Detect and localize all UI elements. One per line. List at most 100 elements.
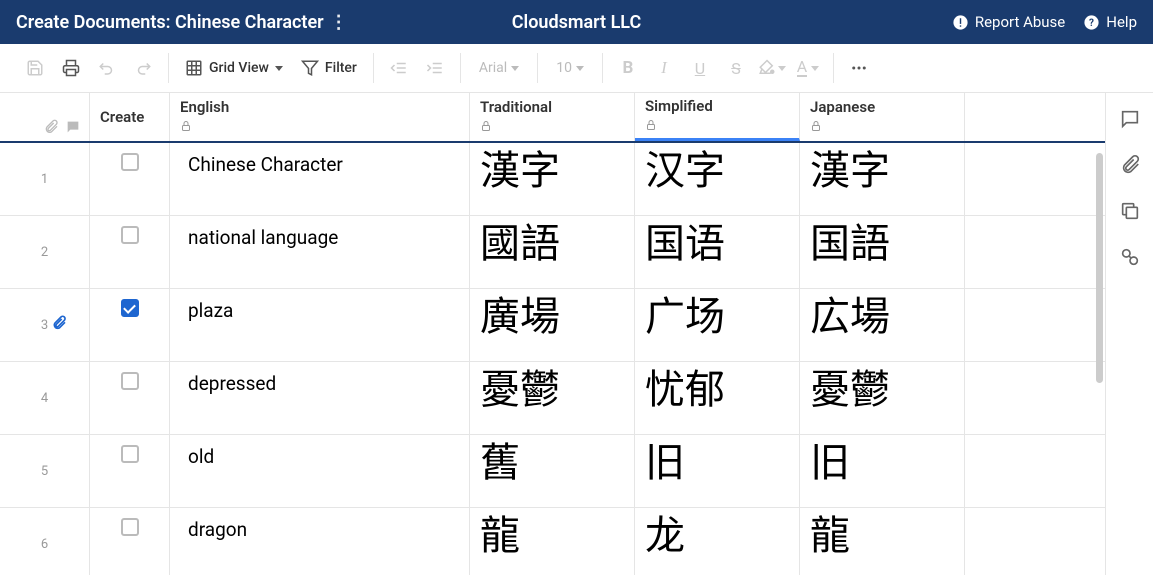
filter-label: Filter [325,60,357,76]
undo-button[interactable] [90,51,124,85]
alert-icon [952,14,969,31]
lock-icon [480,118,624,136]
caret-down-icon [511,66,519,71]
table-row[interactable]: 6dragon龍龙龍 [0,508,1105,575]
doc-title: Create Documents: Chinese Character [16,12,324,33]
bold-button[interactable]: B [611,51,645,85]
font-size-selector[interactable]: 10 [546,51,594,85]
cell-simplified[interactable]: 旧 [635,435,800,507]
doc-menu-icon[interactable]: ⋮ [330,12,348,33]
lock-icon [645,117,789,135]
cell-traditional[interactable]: 龍 [470,508,635,575]
cell-traditional[interactable]: 憂鬱 [470,362,635,434]
print-button[interactable] [54,51,88,85]
strikethrough-button[interactable]: S [719,51,753,85]
help-icon: ? [1083,14,1100,31]
scrollbar[interactable] [1096,153,1103,383]
cell-traditional[interactable]: 漢字 [470,143,635,215]
table-row[interactable]: 5old舊旧旧 [0,435,1105,508]
cell-english[interactable]: old [170,435,470,507]
fill-color-button[interactable] [755,51,789,85]
table-row[interactable]: 3 plaza廣場广场広場 [0,289,1105,362]
cell-simplified[interactable]: 龙 [635,508,800,575]
cell-english[interactable]: dragon [170,508,470,575]
copy-panel-button[interactable] [1118,199,1142,223]
row-number[interactable]: 4 [0,362,90,434]
column-create[interactable]: Create [90,93,170,141]
column-traditional[interactable]: Traditional [470,93,635,141]
cell-english[interactable]: depressed [170,362,470,434]
cell-create[interactable] [90,362,170,434]
cell-japanese[interactable]: 憂鬱 [800,362,965,434]
column-japanese-label: Japanese [810,98,954,116]
cell-create[interactable] [90,435,170,507]
create-checkbox[interactable] [121,445,139,463]
redo-button[interactable] [126,51,160,85]
lock-icon [810,118,954,136]
cell-english[interactable]: plaza [170,289,470,361]
cell-japanese[interactable]: 漢字 [800,143,965,215]
cell-english[interactable]: national language [170,216,470,288]
font-selector[interactable]: Arial [469,51,529,85]
row-number[interactable]: 2 [0,216,90,288]
cell-simplified[interactable]: 广场 [635,289,800,361]
outdent-button[interactable] [382,51,416,85]
create-checkbox[interactable] [121,226,139,244]
column-english[interactable]: English [170,93,470,141]
cell-japanese[interactable]: 国語 [800,216,965,288]
attachments-panel-button[interactable] [1118,153,1142,177]
create-checkbox[interactable] [121,299,139,317]
svg-text:?: ? [1089,18,1094,29]
filter-button[interactable]: Filter [293,51,365,85]
cell-simplified[interactable]: 忧郁 [635,362,800,434]
row-number[interactable]: 3 [0,289,90,361]
cell-english[interactable]: Chinese Character [170,143,470,215]
row-number[interactable]: 6 [0,508,90,575]
view-label: Grid View [209,60,269,76]
column-headers: Create English Traditional Simplified Ja… [0,93,1105,143]
indent-button[interactable] [418,51,452,85]
save-button[interactable] [18,51,52,85]
org-name: Cloudsmart LLC [512,12,641,33]
attachment-icon[interactable] [51,315,67,335]
text-color-button[interactable]: A [791,51,825,85]
cell-create[interactable] [90,216,170,288]
table-row[interactable]: 4depressed憂鬱忧郁憂鬱 [0,362,1105,435]
table-row[interactable]: 1Chinese Character漢字汉字漢字 [0,143,1105,216]
column-simplified[interactable]: Simplified [635,93,800,141]
cell-traditional[interactable]: 國語 [470,216,635,288]
caret-down-icon [275,66,283,71]
view-selector[interactable]: Grid View [177,51,291,85]
help-link[interactable]: ? Help [1083,13,1137,31]
top-header: Create Documents: Chinese Character ⋮ Cl… [0,0,1153,44]
cell-simplified[interactable]: 国语 [635,216,800,288]
row-number[interactable]: 5 [0,435,90,507]
lock-icon [180,118,459,136]
comment-icon [65,119,81,135]
cell-create[interactable] [90,289,170,361]
link-panel-button[interactable] [1118,245,1142,269]
comments-panel-button[interactable] [1118,107,1142,131]
table-row[interactable]: 2 national language國語国语国語 [0,216,1105,289]
cell-japanese[interactable]: 龍 [800,508,965,575]
font-size-label: 10 [556,60,572,76]
cell-simplified[interactable]: 汉字 [635,143,800,215]
create-checkbox[interactable] [121,518,139,536]
column-traditional-label: Traditional [480,98,624,116]
cell-japanese[interactable]: 旧 [800,435,965,507]
underline-button[interactable]: U [683,51,717,85]
cell-japanese[interactable]: 広場 [800,289,965,361]
report-abuse-link[interactable]: Report Abuse [952,13,1065,31]
row-number[interactable]: 1 [0,143,90,215]
more-button[interactable] [842,51,876,85]
sheet[interactable]: Create English Traditional Simplified Ja… [0,93,1105,575]
cell-create[interactable] [90,143,170,215]
attachment-icon [43,119,59,135]
cell-create[interactable] [90,508,170,575]
italic-button[interactable]: I [647,51,681,85]
cell-traditional[interactable]: 廣場 [470,289,635,361]
create-checkbox[interactable] [121,153,139,171]
cell-traditional[interactable]: 舊 [470,435,635,507]
create-checkbox[interactable] [121,372,139,390]
column-japanese[interactable]: Japanese [800,93,965,141]
